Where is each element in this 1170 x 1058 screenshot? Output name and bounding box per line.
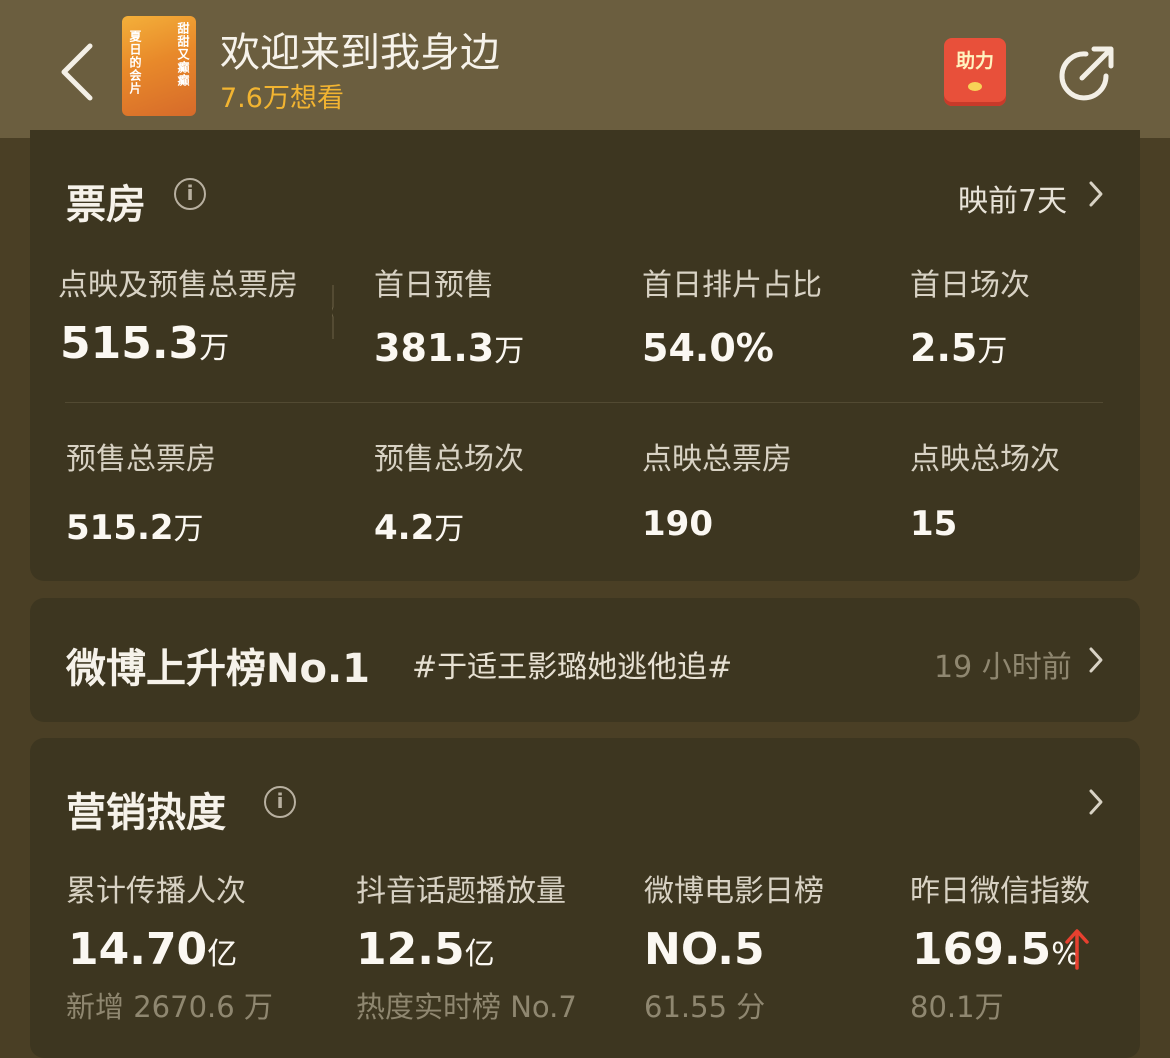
stat-value: NO.5 xyxy=(644,924,765,975)
time-ago: 19 小时前 xyxy=(934,650,1072,685)
stat-value: 15 xyxy=(910,504,958,544)
stat-label: 预售总票房 xyxy=(66,442,216,477)
chevron-right-icon[interactable] xyxy=(1088,646,1104,674)
info-icon[interactable]: i xyxy=(174,178,206,210)
chevron-right-icon[interactable] xyxy=(1088,788,1104,816)
weibo-rank-title: 微博上升榜No.1 xyxy=(66,646,370,692)
stat-label: 首日预售 xyxy=(374,268,494,303)
divider-line xyxy=(332,285,334,339)
top-navigation-bar: 夏日的会片 甜甜又癫癫 欢迎来到我身边 7.6万想看 助力 xyxy=(0,0,1170,138)
row-divider xyxy=(65,402,1103,403)
red-envelope-icon xyxy=(968,82,982,91)
movie-title: 欢迎来到我身边 xyxy=(220,30,500,76)
stat-label: 微博电影日榜 xyxy=(644,874,824,909)
stat-label: 点映总票房 xyxy=(642,442,792,477)
stat-value: 14.70亿 xyxy=(68,924,238,975)
stat-sub: 热度实时榜 No.7 xyxy=(356,990,577,1024)
marketing-heat-card: 营销热度 i 累计传播人次 14.70亿 新增 2670.6 万 抖音话题播放量… xyxy=(30,738,1140,1058)
movie-poster-thumbnail[interactable]: 夏日的会片 甜甜又癫癫 xyxy=(122,16,196,116)
stat-label: 首日排片占比 xyxy=(642,268,822,303)
period-link[interactable]: 映前7天 xyxy=(958,176,1067,220)
stat-value: 190 xyxy=(642,504,713,544)
weibo-ranking-card[interactable]: 微博上升榜No.1 #于适王影璐她逃他追# 19 小时前 xyxy=(30,598,1140,722)
box-office-title: 票房 xyxy=(66,182,146,228)
arrow-up-icon xyxy=(1065,929,1089,970)
marketing-title: 营销热度 xyxy=(66,790,226,836)
stat-sub: 80.1万 xyxy=(910,990,1004,1024)
stat-value: 2.5万 xyxy=(910,326,1008,370)
poster-text-left: 夏日的会片 xyxy=(128,30,142,95)
stat-value: 4.2万 xyxy=(374,508,465,548)
weibo-topic: #于适王影璐她逃他追# xyxy=(412,650,733,685)
stat-label: 预售总场次 xyxy=(374,442,524,477)
help-boost-button[interactable]: 助力 xyxy=(944,38,1006,106)
stat-label: 抖音话题播放量 xyxy=(356,874,566,909)
stat-value: 12.5亿 xyxy=(356,924,495,975)
stat-sub: 新增 2670.6 万 xyxy=(66,990,273,1024)
box-office-card: 票房 i 映前7天 点映及预售总票房 515.3万 首日预售 381.3万 首日… xyxy=(30,130,1140,581)
want-to-watch-count: 7.6万想看 xyxy=(220,83,344,114)
info-icon[interactable]: i xyxy=(264,786,296,818)
stat-label: 点映总场次 xyxy=(910,442,1060,477)
share-icon[interactable] xyxy=(1054,42,1118,106)
stat-label: 累计传播人次 xyxy=(66,874,246,909)
help-boost-label: 助力 xyxy=(955,50,994,72)
stat-value: 515.2万 xyxy=(66,508,204,548)
poster-text-right: 甜甜又癫癫 xyxy=(176,22,190,87)
stat-value: 169.5% xyxy=(912,924,1080,975)
chevron-right-icon[interactable] xyxy=(1088,180,1104,208)
stat-label: 点映及预售总票房 xyxy=(58,268,298,303)
stat-sub: 61.55 分 xyxy=(644,990,766,1024)
stat-value: 381.3万 xyxy=(374,326,525,370)
back-arrow-icon[interactable] xyxy=(58,42,98,102)
stat-value: 54.0% xyxy=(642,326,774,370)
stat-label: 首日场次 xyxy=(910,268,1030,303)
stat-value: 515.3万 xyxy=(60,318,230,369)
stat-label: 昨日微信指数 xyxy=(910,874,1090,909)
